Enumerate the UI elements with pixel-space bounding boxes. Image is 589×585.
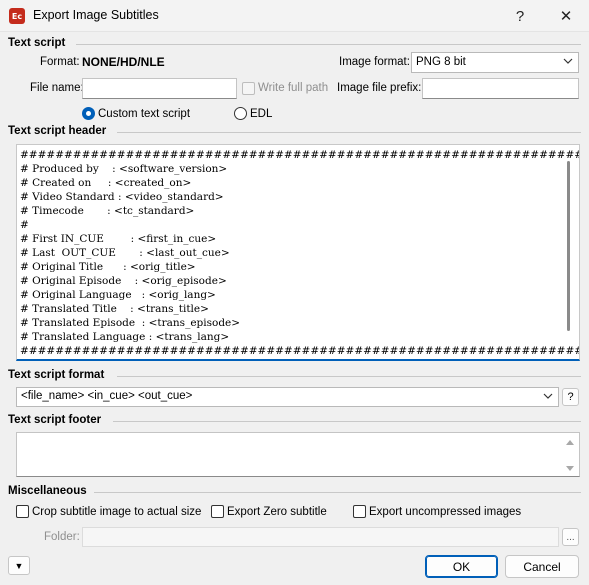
edl-radio[interactable] (234, 107, 247, 120)
write-full-path-label: Write full path (258, 82, 329, 94)
header-line: # Translated Episode : <trans_episode> (20, 317, 241, 329)
export-zero-checkbox[interactable] (211, 505, 224, 518)
edl-label: EDL (250, 108, 273, 120)
header-line: # Original Title : <orig_title> (20, 261, 196, 273)
expand-button[interactable]: ▼ (8, 556, 30, 575)
file-name-input[interactable] (82, 78, 237, 99)
ok-button[interactable]: OK (425, 555, 498, 578)
footer-textarea[interactable] (16, 432, 580, 477)
footer-text (17, 433, 579, 439)
section-divider (113, 421, 581, 422)
image-prefix-label: Image file prefix: (337, 82, 422, 94)
browse-folder-button[interactable]: ... (562, 528, 579, 546)
image-prefix-input[interactable] (422, 78, 579, 99)
image-format-label: Image format: (339, 56, 410, 68)
app-icon: Ec (9, 8, 25, 24)
image-format-select[interactable]: PNG 8 bit (411, 52, 579, 73)
section-divider (94, 492, 581, 493)
scroll-up-icon[interactable] (565, 436, 575, 450)
header-line: # (20, 219, 29, 231)
crop-subtitle-label: Crop subtitle image to actual size (32, 506, 202, 518)
header-line: # Produced by : <software_version> (20, 163, 228, 175)
custom-text-script-label: Custom text script (98, 108, 191, 120)
header-text: ########################################… (20, 148, 580, 358)
format-label: Format: (40, 56, 80, 68)
header-line: # Translated Title : <trans_title> (20, 303, 209, 315)
header-line: # Last OUT_CUE : <last_out_cue> (20, 247, 230, 259)
cancel-button[interactable]: Cancel (505, 555, 579, 578)
folder-input[interactable] (82, 527, 559, 547)
section-divider (117, 376, 581, 377)
misc-section-title: Miscellaneous (8, 485, 87, 497)
file-name-label: File name: (30, 82, 84, 94)
format-combobox[interactable]: <file_name> <in_cue> <out_cue> (16, 387, 559, 407)
format-value: <file_name> <in_cue> <out_cue> (21, 390, 193, 402)
header-line: ########################################… (20, 149, 580, 161)
export-zero-label: Export Zero subtitle (227, 506, 327, 518)
scroll-down-icon[interactable] (565, 463, 575, 477)
format-value: NONE/HD/NLE (82, 55, 165, 69)
custom-text-script-radio[interactable] (82, 107, 95, 120)
chevron-down-icon (563, 56, 573, 69)
chevron-down-icon (543, 391, 553, 404)
write-full-path-checkbox[interactable] (242, 82, 255, 95)
footer-section-title: Text script footer (8, 414, 102, 426)
section-divider (117, 132, 581, 133)
close-button[interactable]: ✕ (543, 0, 589, 32)
header-line: ########################################… (20, 345, 580, 357)
header-line: # Original Episode : <orig_episode> (20, 275, 227, 287)
chevron-down-icon: ▼ (14, 560, 24, 571)
header-line: # Timecode : <tc_standard> (20, 205, 195, 217)
text-script-section-title: Text script (8, 37, 66, 49)
header-line: # Created on : <created_on> (20, 177, 192, 189)
help-button[interactable]: ? (497, 0, 543, 32)
format-section-title: Text script format (8, 369, 105, 381)
header-line: # Original Language : <orig_lang> (20, 289, 216, 301)
image-format-value: PNG 8 bit (416, 56, 466, 68)
scrollbar-thumb[interactable] (567, 161, 570, 331)
section-divider (76, 44, 581, 45)
header-section-title: Text script header (8, 125, 107, 137)
header-line: # First IN_CUE : <first_in_cue> (20, 233, 217, 245)
format-help-button[interactable]: ? (562, 388, 579, 406)
header-line: # Translated Language : <trans_lang> (20, 331, 230, 343)
export-uncompressed-label: Export uncompressed images (369, 506, 522, 518)
export-uncompressed-checkbox[interactable] (353, 505, 366, 518)
header-textarea[interactable]: ########################################… (16, 144, 580, 361)
header-line: # Video Standard : <video_standard> (20, 191, 224, 203)
window-title: Export Image Subtitles (33, 8, 159, 22)
crop-subtitle-checkbox[interactable] (16, 505, 29, 518)
folder-label: Folder: (44, 531, 80, 543)
